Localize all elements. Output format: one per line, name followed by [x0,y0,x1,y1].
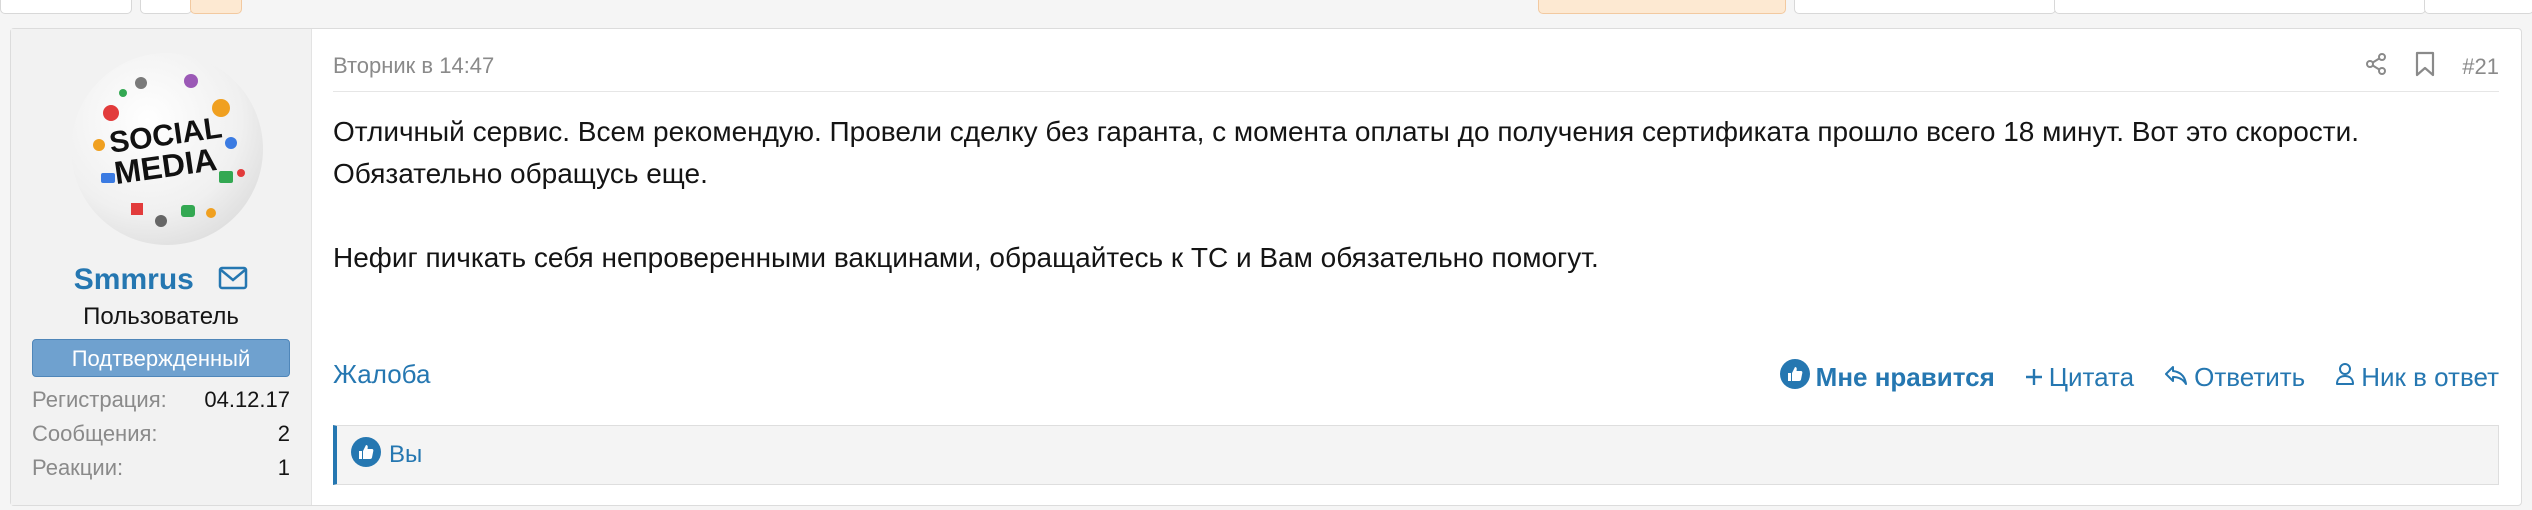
user-role: Пользователь [83,303,239,330]
quote-button[interactable]: Цитата [2025,362,2134,393]
toolbar-button-left[interactable] [0,0,132,14]
post-actions: Мне нравится Цитата Ответить Ник в ответ [1779,359,2499,396]
avatar[interactable]: SOCIAL MEDIA [71,53,263,245]
toolbar-button-small[interactable] [140,0,192,14]
likes-by-link[interactable]: Вы [389,441,422,469]
stat-value: 04.12.17 [204,387,290,412]
mention-button[interactable]: Ник в ответ [2335,362,2499,393]
post-number[interactable]: #21 [2462,54,2499,80]
username: Smmrus [11,263,311,298]
like-button[interactable]: Мне нравится [1779,359,1995,396]
reply-label: Ответить [2194,362,2306,392]
like-icon [1779,359,1810,396]
username-link[interactable]: Smmrus [74,263,194,296]
stat-label: Сообщения: [32,421,158,446]
share-icon[interactable] [2364,52,2388,81]
message-paragraph: Отличный сервис. Всем рекомендую. Провел… [333,116,2360,189]
message-body: Отличный сервис. Всем рекомендую. Провел… [333,111,2493,279]
like-label: Мне нравится [1815,362,1995,392]
header-divider [333,91,2499,92]
user-badge: Подтвержденный [32,339,290,377]
like-icon [351,436,381,474]
toolbar-button-right[interactable] [2424,0,2532,14]
quote-label: Цитата [2048,362,2135,392]
stat-label: Реакции: [32,455,124,480]
mail-icon[interactable] [218,264,248,298]
bookmark-icon[interactable] [2414,51,2436,82]
top-toolbar [0,0,2532,14]
social-media-avatar-image: SOCIAL MEDIA [93,74,245,227]
user-icon [2335,362,2355,393]
stat-value: 2 [277,421,290,446]
toolbar-select-1[interactable] [1794,0,2056,14]
likes-bar: Вы [333,425,2499,485]
stat-messages: Сообщения: 2 [32,421,290,447]
stat-label: Регистрация: [32,387,167,412]
post-content: Вторник в 14:47 #21 Отличный сервис. Все… [311,29,2521,505]
user-info: SOCIAL MEDIA Smmrus Пользователь Подтвер… [11,29,312,505]
reply-button[interactable]: Ответить [2164,362,2305,393]
post-date[interactable]: Вторник в 14:47 [333,53,494,79]
message-paragraph: Нефиг пичкать себя непроверенными вакцин… [333,242,1599,273]
stat-reactions: Реакции: 1 [32,455,290,481]
post-header-actions: #21 [2364,51,2499,82]
post-message: SOCIAL MEDIA Smmrus Пользователь Подтвер… [10,28,2522,506]
mention-label: Ник в ответ [2361,362,2499,392]
stat-value: 1 [277,455,290,480]
toolbar-select-2[interactable] [2054,0,2426,14]
reply-icon [2164,362,2188,393]
plus-icon [2025,362,2043,393]
toolbar-button-orange[interactable] [1538,0,1786,14]
toolbar-button-highlight[interactable] [190,0,242,14]
report-link[interactable]: Жалоба [333,359,430,390]
stat-registration: Регистрация: 04.12.17 [32,387,290,413]
